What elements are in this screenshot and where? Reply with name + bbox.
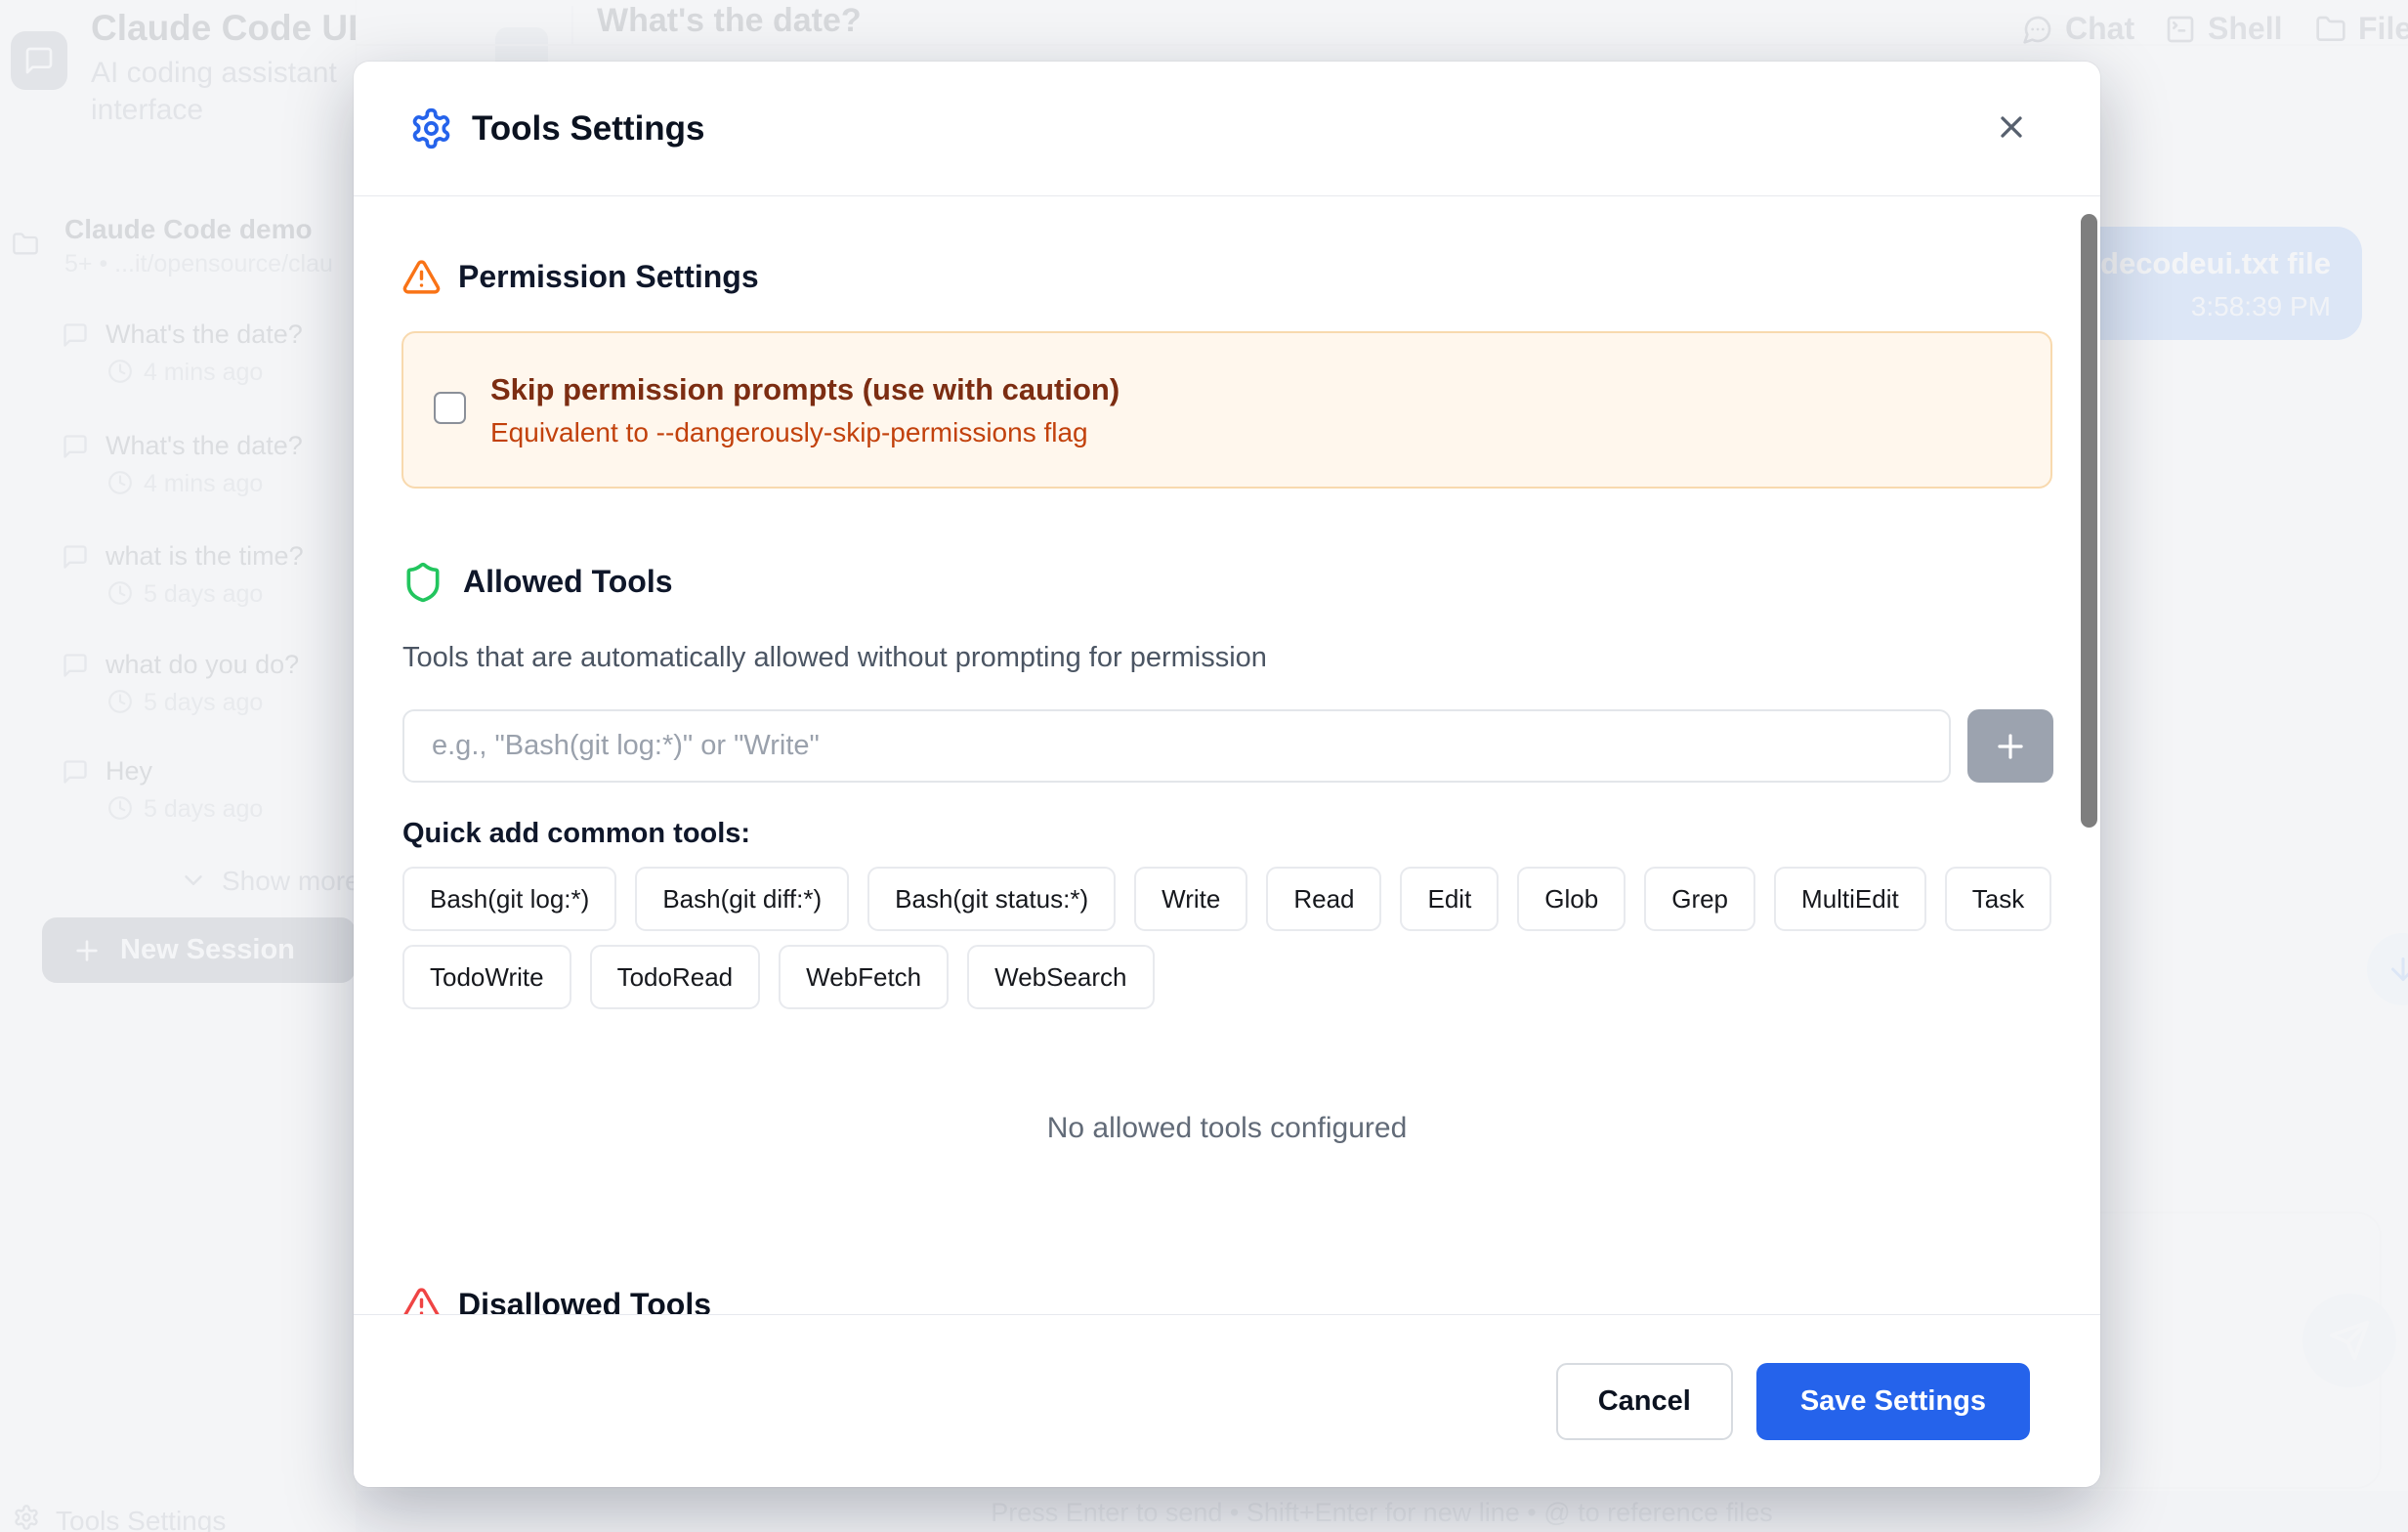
- plus-icon: [1992, 728, 2029, 765]
- skip-permissions-checkbox[interactable]: [434, 392, 466, 424]
- permission-settings-heading: Permission Settings: [458, 259, 759, 295]
- quick-tool-button[interactable]: WebSearch: [967, 945, 1154, 1009]
- skip-permissions-label: Skip permission prompts (use with cautio…: [490, 372, 1120, 407]
- add-tool-button[interactable]: [1967, 709, 2053, 783]
- quick-tools-row-1: Bash(git log:*) Bash(git diff:*) Bash(gi…: [402, 867, 2051, 931]
- save-settings-button[interactable]: Save Settings: [1756, 1363, 2030, 1440]
- skip-permissions-note: Equivalent to --dangerously-skip-permiss…: [490, 417, 1088, 448]
- quick-tool-button[interactable]: Bash(git log:*): [402, 867, 616, 931]
- quick-add-label: Quick add common tools:: [402, 818, 750, 850]
- allowed-tool-input[interactable]: [402, 709, 1951, 783]
- quick-tool-button[interactable]: Edit: [1400, 867, 1499, 931]
- quick-tool-button[interactable]: WebFetch: [779, 945, 949, 1009]
- quick-tool-button[interactable]: Glob: [1517, 867, 1626, 931]
- allowed-tools-description: Tools that are automatically allowed wit…: [402, 642, 1267, 674]
- quick-tool-button[interactable]: Read: [1266, 867, 1381, 931]
- modal-title: Tools Settings: [472, 106, 705, 150]
- quick-tool-button[interactable]: Grep: [1644, 867, 1755, 931]
- gear-icon: [409, 106, 453, 150]
- shield-icon: [401, 561, 444, 604]
- quick-tool-button[interactable]: MultiEdit: [1774, 867, 1926, 931]
- modal-scrollbar-thumb[interactable]: [2081, 214, 2097, 828]
- quick-tool-button[interactable]: TodoWrite: [402, 945, 571, 1009]
- cancel-button[interactable]: Cancel: [1556, 1363, 1733, 1440]
- close-button[interactable]: [1985, 101, 2038, 153]
- skip-permissions-panel: Skip permission prompts (use with cautio…: [401, 331, 2052, 489]
- warning-triangle-icon: [401, 257, 442, 297]
- allowed-tools-heading: Allowed Tools: [463, 564, 673, 600]
- quick-tool-button[interactable]: TodoRead: [590, 945, 761, 1009]
- allowed-tools-empty-state: No allowed tools configured: [354, 1112, 2100, 1145]
- close-icon: [1994, 109, 2029, 145]
- modal-footer: Cancel Save Settings: [354, 1314, 2100, 1487]
- quick-tool-button[interactable]: Write: [1134, 867, 1247, 931]
- app-screen: Claude Code UI AI coding assistant inter…: [0, 0, 2408, 1532]
- modal-header: Tools Settings: [354, 62, 2100, 196]
- quick-tool-button[interactable]: Bash(git diff:*): [635, 867, 849, 931]
- quick-tool-button[interactable]: Task: [1945, 867, 2051, 931]
- quick-tool-button[interactable]: Bash(git status:*): [867, 867, 1116, 931]
- quick-tools-row-2: TodoWrite TodoRead WebFetch WebSearch: [402, 945, 1155, 1009]
- tools-settings-modal: Tools Settings Permission Settings Skip …: [354, 62, 2100, 1487]
